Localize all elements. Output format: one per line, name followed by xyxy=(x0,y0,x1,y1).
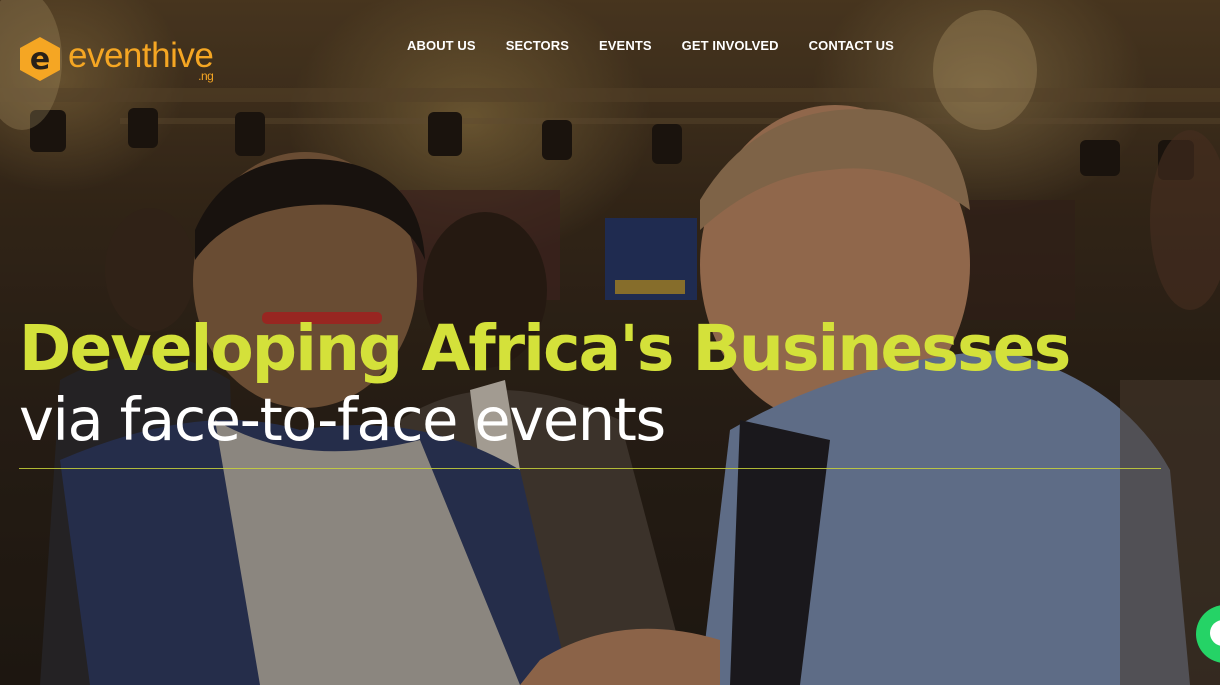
hero-subline: via face-to-face events xyxy=(19,385,666,454)
nav-sectors[interactable]: SECTORS xyxy=(506,38,569,54)
logo-mark-letter: e xyxy=(30,42,50,77)
nav-get-involved[interactable]: GET INVOLVED xyxy=(682,38,779,54)
brand-logo[interactable]: e eventhive .ng xyxy=(18,36,214,82)
hero-section: e eventhive .ng ABOUT US SECTORS EVENTS … xyxy=(0,0,1220,685)
hero-headline: Developing Africa's Businesses xyxy=(19,312,1071,385)
brand-wordmark: eventhive .ng xyxy=(68,36,214,82)
hero-divider xyxy=(19,468,1161,469)
nav-about-us[interactable]: ABOUT US xyxy=(407,38,476,54)
eventhive-hexagon-icon: e xyxy=(20,37,60,81)
brand-suffix: .ng xyxy=(198,69,214,83)
brand-name: eventhive xyxy=(68,36,214,75)
nav-events[interactable]: EVENTS xyxy=(599,38,652,54)
main-navigation: ABOUT US SECTORS EVENTS GET INVOLVED CON… xyxy=(407,38,894,54)
nav-contact-us[interactable]: CONTACT US xyxy=(809,38,894,54)
